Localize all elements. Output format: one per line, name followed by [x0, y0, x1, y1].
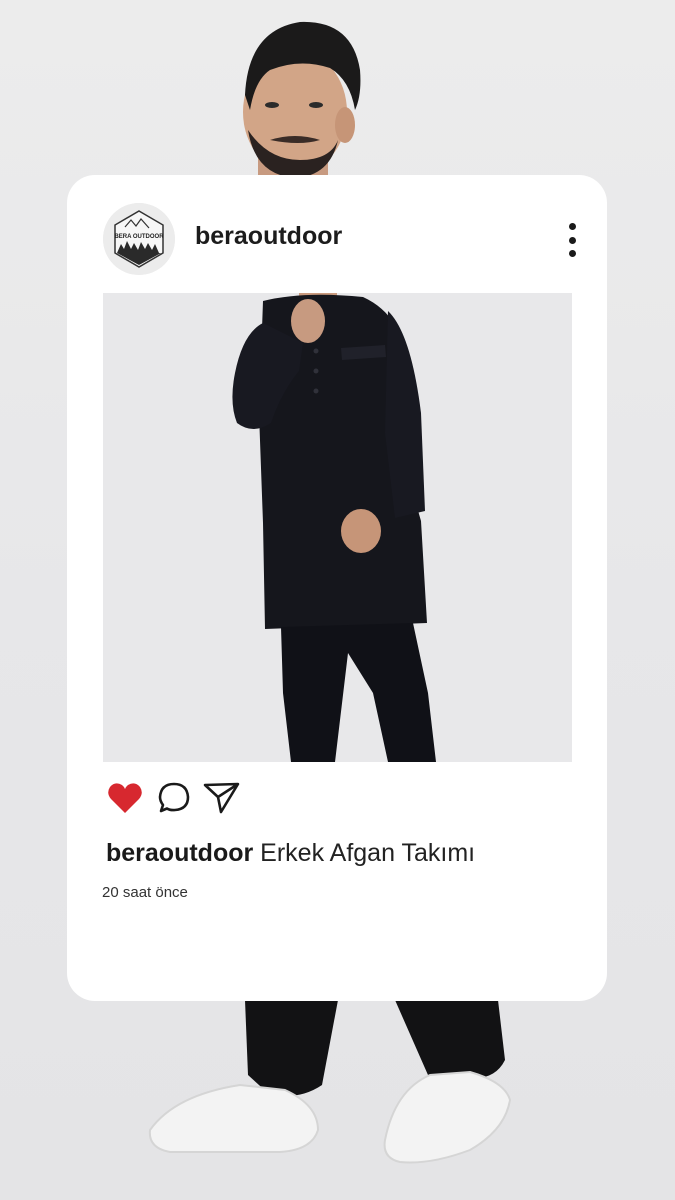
- post-card: BERA OUTDOOR beraoutdoor beraoutdoor Erk…: [67, 175, 607, 1001]
- product-photo: [103, 293, 572, 762]
- bera-outdoor-logo: BERA OUTDOOR: [103, 203, 175, 275]
- more-vertical-icon-dot: [568, 236, 576, 244]
- svg-text:BERA OUTDOOR: BERA OUTDOOR: [114, 234, 164, 240]
- like-button[interactable]: [107, 781, 143, 815]
- post-caption: beraoutdoor Erkek Afgan Takımı: [106, 839, 475, 868]
- comment-button[interactable]: [157, 781, 191, 815]
- caption-username[interactable]: beraoutdoor: [106, 839, 253, 867]
- avatar[interactable]: BERA OUTDOOR: [103, 203, 175, 275]
- post-username[interactable]: beraoutdoor: [195, 222, 342, 251]
- heart-icon: [108, 783, 142, 813]
- post-timestamp: 20 saat önce: [102, 884, 188, 901]
- share-button[interactable]: [203, 781, 241, 815]
- comment-icon: [158, 782, 190, 813]
- more-vertical-icon-dot: [568, 250, 576, 257]
- send-icon: [203, 782, 240, 814]
- more-options-button[interactable]: [561, 223, 583, 257]
- caption-text: Erkek Afgan Takımı: [260, 839, 476, 867]
- more-vertical-icon: [568, 223, 576, 230]
- post-image[interactable]: [103, 293, 572, 762]
